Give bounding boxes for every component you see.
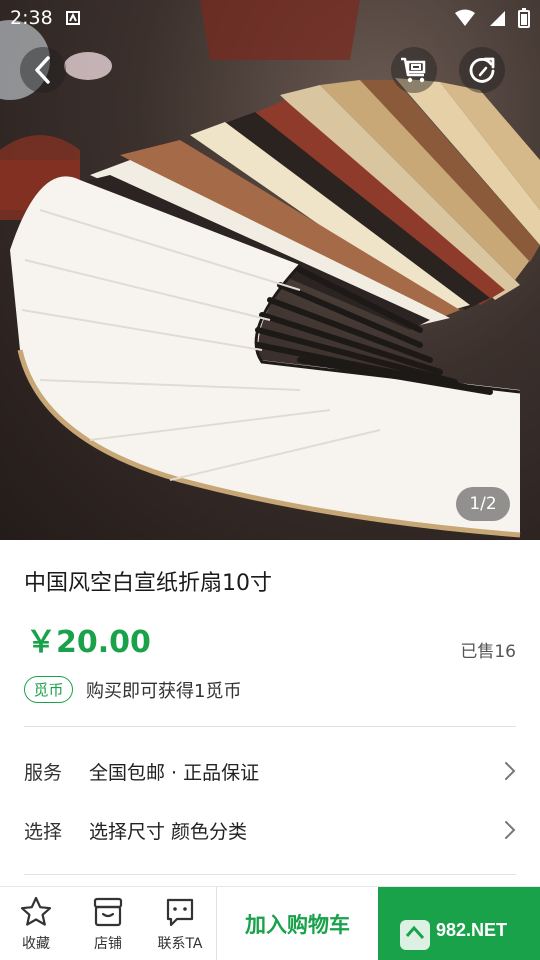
folding-fan-photo <box>0 0 540 538</box>
contact-label: 联系TA <box>157 936 203 952</box>
svg-text:982.NET: 982.NET <box>436 920 507 940</box>
notification-icon <box>65 11 80 25</box>
section-divider <box>24 726 516 727</box>
favorite-label: 收藏 <box>22 936 50 952</box>
contact-button[interactable]: 联系TA <box>144 887 216 960</box>
status-bar: 2:38 <box>0 0 540 36</box>
status-time: 2:38 <box>10 7 53 29</box>
service-value: 全国包邮 · 正品保证 <box>89 761 260 784</box>
watermark-logo: 982.NET <box>400 920 507 950</box>
coin-reward-text: 购买即可获得1觅币 <box>86 681 242 702</box>
share-refresh-icon <box>469 57 495 83</box>
chat-icon <box>166 898 194 927</box>
back-button[interactable] <box>20 47 66 93</box>
select-value: 选择尺寸 颜色分类 <box>89 820 248 843</box>
sold-count: 已售16 <box>460 642 516 662</box>
chevron-left-icon <box>35 56 50 84</box>
service-row[interactable]: 服务 全国包邮 · 正品保证 <box>0 746 540 796</box>
cart-button[interactable] <box>391 47 437 93</box>
service-label: 服务 <box>24 761 63 784</box>
product-image-gallery[interactable]: 2:38 1/2 <box>0 0 540 540</box>
battery-icon <box>518 8 530 28</box>
option-select-row[interactable]: 选择 选择尺寸 颜色分类 <box>0 805 540 855</box>
favorite-button[interactable]: 收藏 <box>0 887 72 960</box>
share-button[interactable] <box>459 47 505 93</box>
image-pager: 1/2 <box>456 487 510 521</box>
shop-button[interactable]: 店铺 <box>72 887 144 960</box>
section-divider <box>24 874 516 875</box>
star-icon <box>20 896 52 926</box>
select-label: 选择 <box>24 820 63 843</box>
shop-icon <box>93 897 123 927</box>
coin-badge: 觅币 <box>24 676 73 703</box>
wifi-icon <box>455 9 475 26</box>
product-price: ￥20.00 <box>26 625 151 660</box>
product-title: 中国风空白宣纸折扇10寸 <box>24 571 272 596</box>
chevron-right-icon <box>505 821 516 839</box>
signal-icon <box>490 11 505 26</box>
shop-label: 店铺 <box>94 936 122 952</box>
add-to-cart-button[interactable]: 加入购物车 <box>217 887 378 960</box>
cart-icon <box>401 57 426 83</box>
chevron-right-icon <box>505 762 516 780</box>
